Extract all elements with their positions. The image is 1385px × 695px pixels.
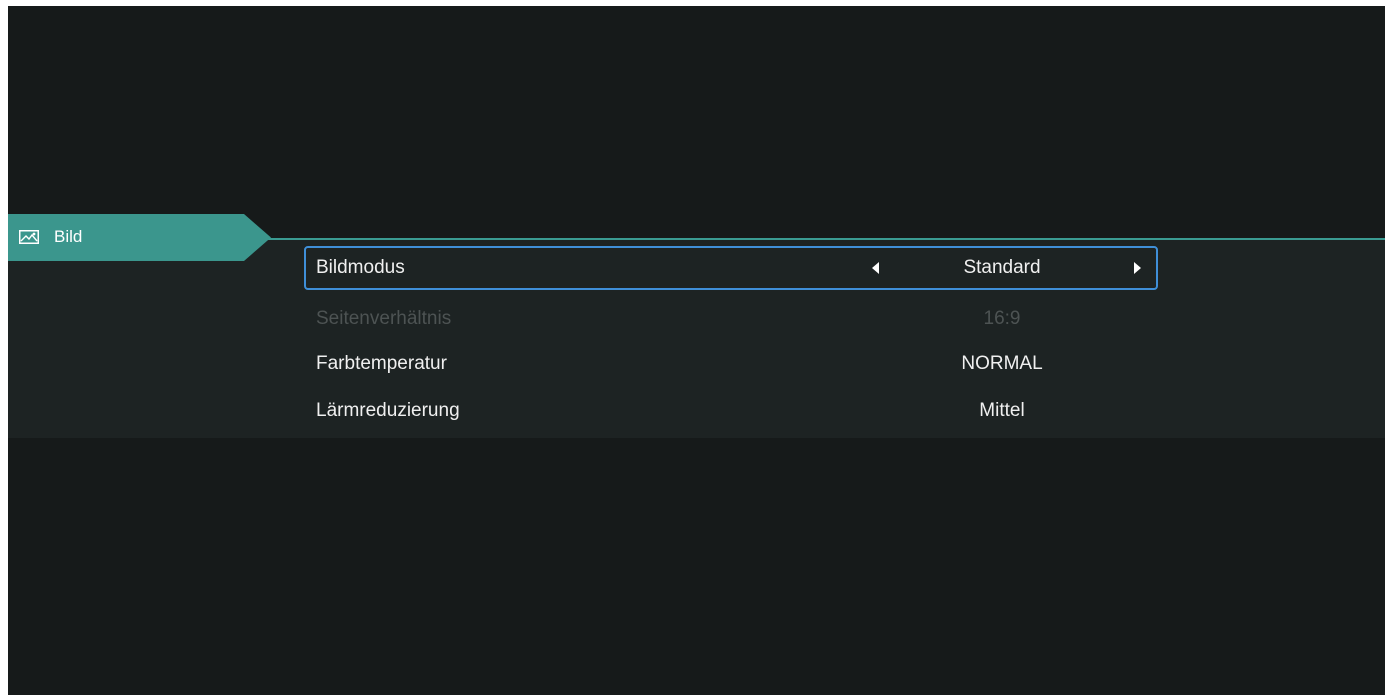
menu-item-label: Seitenverhältnis [316,308,452,329]
arrow-left-icon[interactable] [872,262,879,274]
menu-item-label: Lärmreduzierung [316,400,460,421]
menu-item-seitenverhaeltnis: Seitenverhältnis 16:9 [304,297,1158,341]
tab-bild[interactable]: Bild [8,214,271,261]
menu-item-label: Bildmodus [316,257,405,278]
menu-item-bildmodus[interactable]: Bildmodus Standard [304,246,1158,290]
arrow-right-icon[interactable] [1134,262,1141,274]
menu-item-value: 16:9 [983,308,1021,329]
menu-item-value: Standard [963,257,1041,278]
tab-label: Bild [54,227,83,246]
menu-item-value: Mittel [979,400,1025,421]
tv-settings-screen: Bild Bildmodus Standard Seitenverhältnis… [8,6,1385,695]
menu-item-farbtemperatur[interactable]: Farbtemperatur NORMAL [304,342,1158,386]
menu-item-value: NORMAL [961,353,1043,374]
menu-item-laermreduzierung[interactable]: Lärmreduzierung Mittel [304,389,1158,433]
menu-item-label: Farbtemperatur [316,353,447,374]
picture-icon [19,230,39,244]
